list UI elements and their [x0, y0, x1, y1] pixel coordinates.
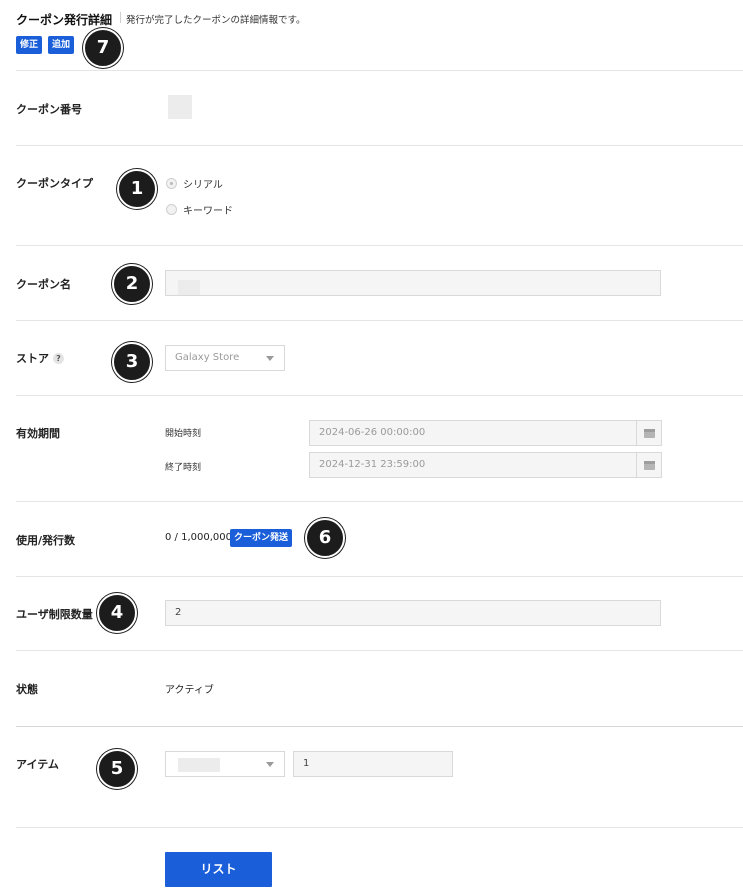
coupon-name-label: クーポン名	[16, 278, 71, 291]
status-value: アクティブ	[165, 685, 214, 696]
list-button[interactable]: リスト	[165, 852, 272, 887]
item-select-value-redacted	[178, 758, 220, 772]
callout-badge-4: 4	[97, 593, 137, 633]
radio-serial-dot	[166, 178, 177, 189]
usage-label: 使用/発行数	[16, 534, 76, 547]
callout-badge-5: 5	[97, 749, 137, 789]
status-row: 状態 アクティブ	[16, 651, 743, 727]
coupon-number-row: クーポン番号	[16, 71, 743, 146]
start-time-input[interactable]: 2024-06-26 00:00:00	[309, 420, 637, 446]
store-select[interactable]: Galaxy Store	[165, 345, 285, 371]
coupon-type-label: クーポンタイプ	[16, 177, 93, 190]
start-time-label: 開始時刻	[165, 429, 202, 439]
radio-serial-label: シリアル	[183, 180, 223, 191]
item-label: アイテム	[16, 758, 59, 771]
page-header: クーポン発行詳細 発行が完了したクーポンの詳細情報です。 修正 追加	[16, 0, 743, 71]
edit-button[interactable]: 修正	[16, 36, 43, 54]
calendar-icon	[644, 461, 655, 470]
radio-keyword-label: キーワード	[183, 206, 233, 217]
end-time-label: 終了時刻	[165, 463, 202, 473]
page-title: クーポン発行詳細	[16, 13, 113, 27]
store-select-value: Galaxy Store	[175, 352, 240, 363]
title-divider	[120, 12, 121, 23]
help-icon[interactable]: ?	[53, 353, 64, 364]
end-calendar-button[interactable]	[636, 452, 662, 478]
usage-value: 0 / 1,000,000	[165, 532, 232, 543]
coupon-number-label: クーポン番号	[16, 103, 82, 116]
validity-label: 有効期間	[16, 427, 60, 440]
user-limit-label: ユーザ制限数量	[16, 608, 93, 621]
chevron-down-icon	[266, 762, 274, 767]
calendar-icon	[644, 429, 655, 438]
chevron-down-icon	[266, 356, 274, 361]
radio-keyword[interactable]: キーワード	[166, 202, 233, 217]
store-label: ストア?	[16, 350, 64, 366]
callout-badge-6: 6	[305, 518, 345, 558]
coupon-name-input[interactable]	[165, 270, 661, 296]
validity-row: 有効期間 開始時刻 2024-06-26 00:00:00 終了時刻 2024-…	[16, 396, 743, 502]
callout-badge-2: 2	[112, 264, 152, 304]
item-quantity-input[interactable]: 1	[293, 751, 453, 777]
page-subtitle: 発行が完了したクーポンの詳細情報です。	[126, 15, 306, 26]
end-time-input[interactable]: 2024-12-31 23:59:00	[309, 452, 637, 478]
usage-row: 使用/発行数 0 / 1,000,000 クーポン発送	[16, 502, 743, 577]
callout-badge-3: 3	[112, 342, 152, 382]
radio-keyword-dot	[166, 204, 177, 215]
store-label-text: ストア	[16, 352, 49, 365]
status-label: 状態	[16, 683, 38, 696]
callout-badge-1: 1	[117, 169, 157, 209]
radio-serial[interactable]: シリアル	[166, 176, 223, 191]
start-calendar-button[interactable]	[636, 420, 662, 446]
coupon-name-value-redacted	[178, 280, 200, 295]
callout-badge-7: 7	[83, 28, 123, 68]
item-select[interactable]	[165, 751, 285, 777]
add-button[interactable]: 追加	[48, 36, 75, 54]
issue-coupon-button[interactable]: クーポン発送	[230, 529, 293, 547]
user-limit-input[interactable]: 2	[165, 600, 661, 626]
coupon-number-value-redacted	[168, 95, 192, 119]
